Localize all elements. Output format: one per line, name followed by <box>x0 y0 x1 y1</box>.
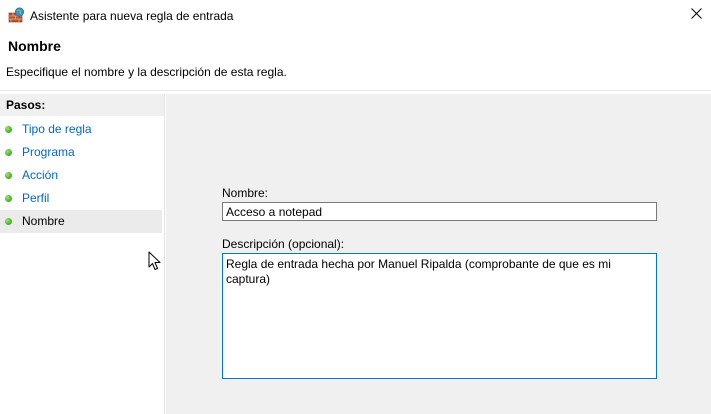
step-label: Programa <box>22 145 75 159</box>
step-complete-icon <box>5 195 12 202</box>
steps-header: Pasos: <box>0 94 164 116</box>
description-textarea[interactable]: Regla de entrada hecha por Manuel Ripald… <box>222 253 657 379</box>
step-item-perfil[interactable]: Perfil <box>0 187 162 210</box>
firewall-icon <box>8 7 25 23</box>
close-button[interactable] <box>682 2 710 28</box>
step-label: Acción <box>22 168 59 182</box>
page-description: Especifique el nombre y la descripción d… <box>6 65 287 79</box>
step-label: Perfil <box>22 191 50 205</box>
description-field-label: Descripción (opcional): <box>222 237 345 251</box>
window-title: Asistente para nueva regla de entrada <box>30 9 234 23</box>
page-title: Nombre <box>8 38 61 54</box>
step-item-tipo-de-regla[interactable]: Tipo de regla <box>0 118 162 141</box>
step-complete-icon <box>5 126 12 133</box>
step-complete-icon <box>5 149 12 156</box>
name-field-label: Nombre: <box>222 186 269 200</box>
title-bar: Asistente para nueva regla de entrada <box>0 0 711 32</box>
close-icon <box>690 6 702 24</box>
step-item-accion[interactable]: Acción <box>0 164 162 187</box>
step-label: Nombre <box>22 214 65 228</box>
name-input[interactable] <box>222 202 657 221</box>
step-current-icon <box>5 218 12 225</box>
step-label: Tipo de regla <box>22 122 92 136</box>
step-item-programa[interactable]: Programa <box>0 141 162 164</box>
mouse-cursor-icon <box>148 251 162 273</box>
header-divider <box>0 90 711 91</box>
steps-header-label: Pasos: <box>6 98 46 112</box>
step-complete-icon <box>5 172 12 179</box>
steps-panel: Pasos: Tipo de regla Programa Acción Per… <box>0 94 165 414</box>
step-item-nombre: Nombre <box>0 210 162 233</box>
